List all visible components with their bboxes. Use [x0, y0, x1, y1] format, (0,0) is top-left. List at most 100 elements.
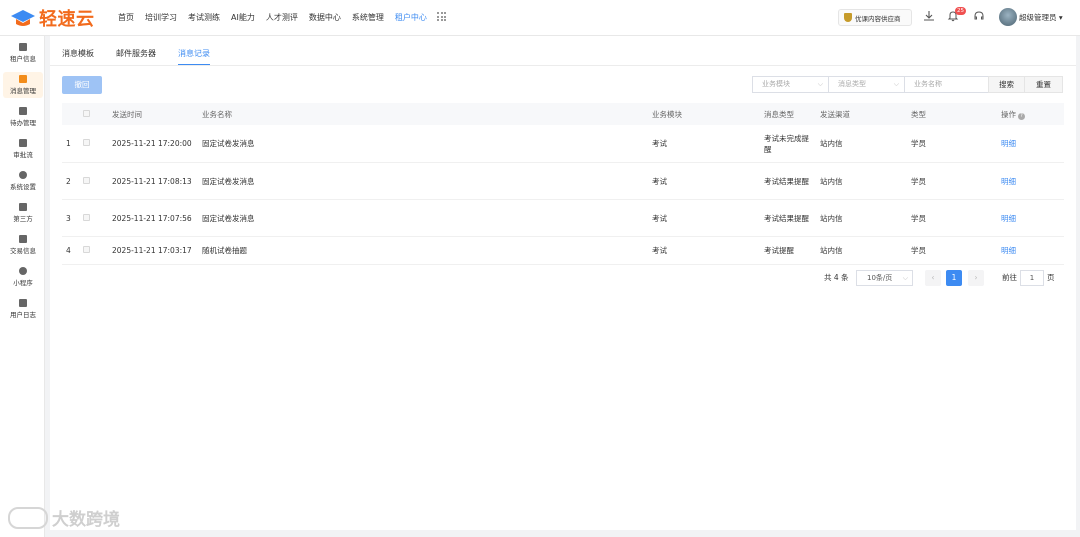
next-page-button[interactable]: › — [968, 270, 984, 286]
send-time: 2025-11-21 17:03:17 — [112, 246, 192, 255]
promo-button[interactable]: 优课内容供应商 — [838, 9, 912, 26]
nav-exam[interactable]: 考试测练 — [188, 12, 220, 23]
message-type-select[interactable]: 消息类型 ⌵ — [828, 76, 905, 93]
channel: 站内信 — [820, 139, 843, 148]
sidebar-item-label: 消息管理 — [10, 87, 36, 95]
pagination-total: 共 4 条 — [824, 273, 849, 282]
apps-grid-icon[interactable] — [437, 12, 446, 21]
sidebar-item-approval[interactable]: 审批流 — [3, 136, 43, 162]
sidebar-item-message[interactable]: 消息管理 — [3, 72, 43, 98]
user-menu[interactable]: 超级管理员 ▾ — [1019, 12, 1063, 23]
nav-training[interactable]: 培训学习 — [145, 12, 177, 23]
send-time: 2025-11-21 17:07:56 — [112, 213, 192, 223]
detail-link[interactable]: 明细 — [997, 176, 1064, 187]
plugin-icon — [19, 203, 27, 211]
nav-data[interactable]: 数据中心 — [309, 12, 341, 23]
message-type: 考试结果提醒 — [764, 213, 809, 223]
building-icon — [19, 43, 27, 51]
logo[interactable]: 轻速云 — [10, 7, 95, 30]
shield-icon — [844, 13, 852, 22]
row-checkbox[interactable] — [83, 139, 90, 146]
sidebar-item-third-party[interactable]: 第三方 — [3, 200, 43, 226]
goto-page-input[interactable]: 1 — [1020, 270, 1044, 286]
channel: 站内信 — [820, 246, 843, 255]
message-type: 考试未完成提醒 — [764, 133, 809, 154]
tab-message-records[interactable]: 消息记录 — [178, 48, 210, 59]
help-icon[interactable]: ? — [1018, 112, 1025, 120]
avatar[interactable] — [999, 8, 1017, 26]
header-actions: 操作? — [997, 109, 1064, 120]
business-module-placeholder: 业务模块 — [762, 80, 790, 88]
tab-mail-server[interactable]: 邮件服务器 — [116, 48, 156, 59]
header-message-type: 消息类型 — [764, 109, 794, 119]
sidebar-item-label: 交易信息 — [10, 247, 36, 255]
sidebar-item-label: 用户日志 — [10, 311, 36, 319]
sidebar-item-miniapp[interactable]: 小程序 — [3, 264, 43, 290]
tab-message-template[interactable]: 消息模板 — [62, 48, 94, 59]
header-business-module: 业务模块 — [652, 109, 682, 119]
business-module: 考试 — [652, 246, 667, 255]
search-button[interactable]: 搜索 — [988, 76, 1025, 93]
message-type: 考试结果提醒 — [764, 176, 809, 186]
message-records-table: 发送时间 业务名称 业务模块 消息类型 发送渠道 类型 操作? 1 2025-1… — [62, 103, 1064, 265]
row-index: 4 — [66, 246, 71, 255]
business-module: 考试 — [652, 213, 667, 223]
sidebar-item-user-log[interactable]: 用户日志 — [3, 296, 43, 322]
nav-ai[interactable]: AI能力 — [231, 12, 255, 23]
detail-link[interactable]: 明细 — [997, 245, 1064, 256]
row-checkbox[interactable] — [83, 246, 90, 253]
message-type-placeholder: 消息类型 — [838, 80, 866, 88]
chevron-down-icon: ▾ — [1058, 13, 1063, 22]
reset-button[interactable]: 重置 — [1024, 76, 1063, 93]
sidebar-item-settings[interactable]: 系统设置 — [3, 168, 43, 194]
send-time: 2025-11-21 17:20:00 — [112, 139, 192, 148]
business-module: 考试 — [652, 176, 667, 186]
nav-tenant[interactable]: 租户中心 — [395, 12, 427, 23]
business-name-placeholder: 业务名称 — [914, 80, 942, 88]
page-unit-label: 页 — [1047, 273, 1055, 282]
sidebar-item-transactions[interactable]: 交易信息 — [3, 232, 43, 258]
header-business-name: 业务名称 — [202, 109, 232, 119]
row-checkbox[interactable] — [83, 176, 90, 184]
sidebar-item-tenant-info[interactable]: 租户信息 — [3, 40, 43, 66]
page-size-select[interactable]: 10条/页 ⌵ — [856, 270, 913, 286]
flow-icon — [19, 139, 27, 147]
detail-link[interactable]: 明细 — [997, 213, 1064, 224]
tab-bar: 消息模板 邮件服务器 消息记录 — [62, 48, 210, 59]
page-1-button[interactable]: 1 — [946, 270, 962, 286]
header-send-time: 发送时间 — [112, 109, 142, 119]
nav-home[interactable]: 首页 — [118, 12, 134, 23]
detail-link[interactable]: 明细 — [997, 138, 1064, 149]
business-module-select[interactable]: 业务模块 ⌵ — [752, 76, 829, 93]
table-row: 1 2025-11-21 17:20:00 固定试卷发消息 考试 考试未完成提醒… — [62, 125, 1064, 163]
watermark-text: 大数跨境 — [52, 510, 120, 530]
row-checkbox[interactable] — [83, 213, 90, 221]
kind: 学员 — [911, 176, 926, 186]
withdraw-button[interactable]: 撤回 — [62, 76, 102, 94]
download-icon[interactable] — [922, 10, 936, 24]
nav-talent[interactable]: 人才测评 — [266, 12, 298, 23]
kind: 学员 — [911, 246, 926, 255]
chevron-down-icon: ⌵ — [902, 274, 908, 282]
nav-system[interactable]: 系统管理 — [352, 12, 384, 23]
kind: 学员 — [911, 213, 926, 223]
business-module: 考试 — [652, 139, 667, 148]
business-name-input[interactable]: 业务名称 — [904, 76, 989, 93]
top-nav: 首页 培训学习 考试测练 AI能力 人才测评 数据中心 系统管理 租户中心 — [118, 12, 427, 23]
watermark-logo — [8, 506, 48, 529]
headset-icon[interactable] — [972, 10, 986, 24]
sidebar-item-label: 系统设置 — [10, 183, 36, 191]
row-index: 2 — [66, 176, 71, 186]
header-kind: 类型 — [911, 109, 926, 119]
top-bar: 轻速云 首页 培训学习 考试测练 AI能力 人才测评 数据中心 系统管理 租户中… — [0, 0, 1080, 36]
main-panel: 消息模板 邮件服务器 消息记录 撤回 业务模块 ⌵ 消息类型 ⌵ 业务名称 搜索… — [50, 36, 1076, 530]
user-name: 超级管理员 — [1019, 13, 1057, 22]
sidebar-item-label: 租户信息 — [10, 55, 36, 63]
log-icon — [19, 299, 27, 307]
business-name: 固定试卷发消息 — [202, 176, 255, 186]
select-all-checkbox[interactable] — [83, 109, 90, 117]
message-type: 考试提醒 — [764, 246, 794, 255]
sidebar-item-todo[interactable]: 待办管理 — [3, 104, 43, 130]
prev-page-button[interactable]: ‹ — [925, 270, 941, 286]
wallet-icon — [19, 235, 27, 243]
